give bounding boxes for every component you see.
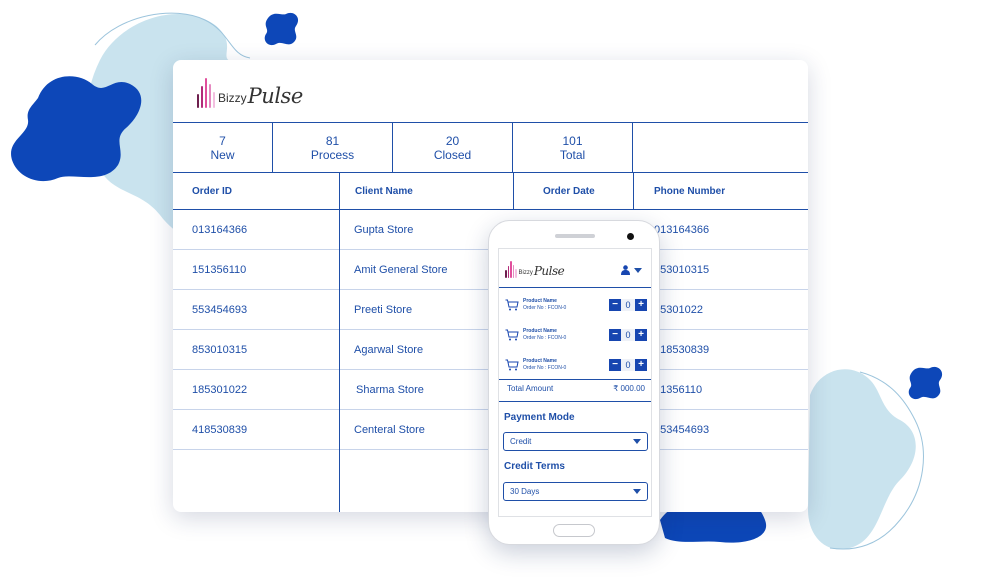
stat-count: 7 xyxy=(219,133,226,148)
logo-text-pulse: Pulse xyxy=(533,264,565,278)
product-name: Product Name xyxy=(523,358,557,364)
quantity-stepper: − 0 + xyxy=(609,359,647,371)
column-divider xyxy=(513,173,514,210)
cell-order-id: 853010315 xyxy=(192,343,248,356)
cart-item: Product Name Order No : FCON-0 − 0 + xyxy=(505,295,647,315)
quantity-value[interactable]: 0 xyxy=(621,359,635,371)
stat-label: New xyxy=(210,147,235,162)
column-divider xyxy=(633,173,634,210)
decrement-button[interactable]: − xyxy=(609,359,621,371)
orders-table-header: Order ID Client Name Order Date Phone Nu… xyxy=(173,173,808,210)
payment-mode-label: Payment Mode xyxy=(504,412,575,423)
phone-speaker xyxy=(555,234,595,238)
stat-closed[interactable]: 20 Closed xyxy=(393,123,513,172)
phone-brand-logo: Bizzy Pulse xyxy=(505,258,565,278)
cart-icon xyxy=(505,329,519,341)
phone-home-button[interactable] xyxy=(553,524,595,537)
decrement-button[interactable]: − xyxy=(609,329,621,341)
decrement-button[interactable]: − xyxy=(609,299,621,311)
total-label: Total Amount xyxy=(507,384,554,393)
header-phone-number[interactable]: Phone Number xyxy=(633,173,808,209)
increment-button[interactable]: + xyxy=(635,299,647,311)
order-number: Order No : FCON-0 xyxy=(523,305,567,311)
divider xyxy=(499,401,651,402)
stat-new[interactable]: 7 New xyxy=(173,123,273,172)
increment-button[interactable]: + xyxy=(635,359,647,371)
quantity-value[interactable]: 0 xyxy=(621,299,635,311)
phone-mockup: Bizzy Pulse Product Name Order No : FCON… xyxy=(488,220,660,545)
order-number: Order No : FCON-0 xyxy=(523,365,567,371)
dark-star-top xyxy=(264,12,299,46)
cart-item: Product Name Order No : FCON-0 − 0 + xyxy=(505,325,647,345)
total-amount-row: Total Amount ₹ 000.00 xyxy=(507,384,645,393)
cell-order-id: 553454693 xyxy=(192,303,248,316)
credit-terms-label: Credit Terms xyxy=(504,461,565,472)
order-number: Order No : FCON-0 xyxy=(523,335,567,341)
stat-count: 101 xyxy=(562,133,583,148)
brand-logo: Bizzy Pulse xyxy=(197,72,303,108)
header-client-name[interactable]: Client Name xyxy=(339,173,513,209)
logo-text-bizzy: Bizzy xyxy=(518,270,533,276)
chevron-down-icon xyxy=(634,267,642,273)
increment-button[interactable]: + xyxy=(635,329,647,341)
stat-label: Closed xyxy=(433,147,472,162)
stat-label: Total xyxy=(559,147,586,162)
cart-icon xyxy=(505,359,519,371)
cell-order-id: 418530839 xyxy=(192,423,248,436)
dropdown-arrow-icon xyxy=(633,489,641,494)
payment-mode-select[interactable]: Credit xyxy=(503,432,648,451)
stat-label: Process xyxy=(310,147,355,162)
phone-camera xyxy=(627,233,634,240)
column-divider xyxy=(339,173,340,512)
logo-bars-icon xyxy=(197,76,215,108)
phone-screen: Bizzy Pulse Product Name Order No : FCON… xyxy=(498,248,652,517)
divider xyxy=(499,287,651,288)
user-icon xyxy=(621,265,630,275)
product-name: Product Name xyxy=(523,298,557,304)
product-name: Product Name xyxy=(523,328,557,334)
stat-count: 81 xyxy=(325,133,340,148)
logo-bars-icon xyxy=(505,260,517,278)
stat-empty xyxy=(633,123,808,172)
cell-order-id: 185301022 xyxy=(192,383,248,396)
credit-terms-select[interactable]: 30 Days xyxy=(503,482,648,501)
divider xyxy=(499,379,651,380)
cell-order-id: 151356110 xyxy=(192,263,247,276)
cart-icon xyxy=(505,299,519,311)
quantity-stepper: − 0 + xyxy=(609,329,647,341)
credit-terms-value: 30 Days xyxy=(510,487,540,496)
logo-text-bizzy: Bizzy xyxy=(218,91,247,105)
user-menu-button[interactable] xyxy=(621,265,642,275)
payment-mode-value: Credit xyxy=(510,437,532,446)
header-order-date[interactable]: Order Date xyxy=(513,173,633,209)
stat-count: 20 xyxy=(445,133,460,148)
quantity-stepper: − 0 + xyxy=(609,299,647,311)
stat-total[interactable]: 101 Total xyxy=(513,123,633,172)
quantity-value[interactable]: 0 xyxy=(621,329,635,341)
header-order-id[interactable]: Order ID xyxy=(173,173,339,209)
total-value: ₹ 000.00 xyxy=(613,384,645,393)
order-stats-bar: 7 New 81 Process 20 Closed 101 Total xyxy=(173,122,808,173)
dark-star-right xyxy=(908,366,943,400)
logo-text-pulse: Pulse xyxy=(247,84,304,108)
cell-order-id: 013164366 xyxy=(192,223,248,236)
cart-item: Product Name Order No : FCON-0 − 0 + xyxy=(505,355,647,375)
dropdown-arrow-icon xyxy=(633,439,641,444)
stat-process[interactable]: 81 Process xyxy=(273,123,393,172)
